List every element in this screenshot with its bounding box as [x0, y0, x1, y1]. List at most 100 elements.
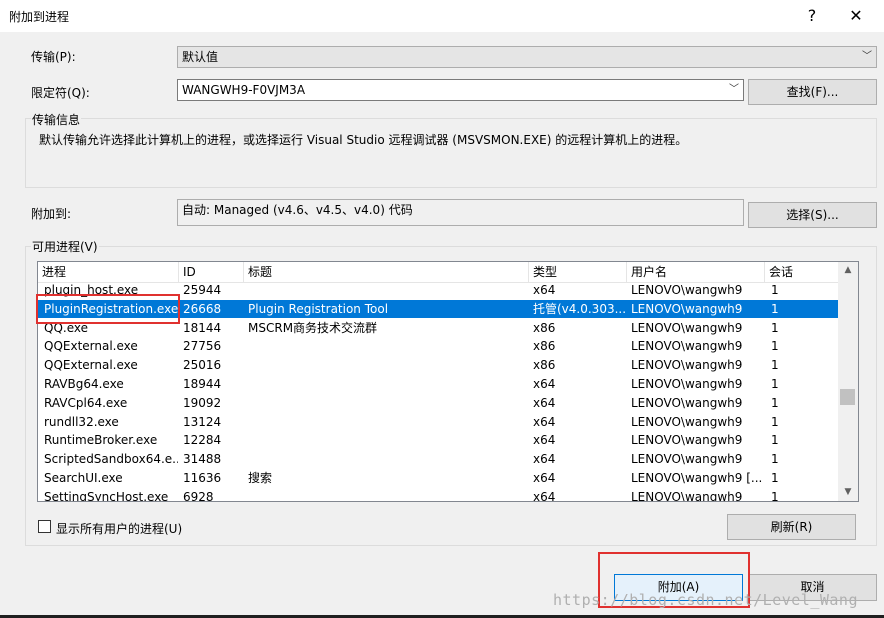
process-name: QQExternal.exe — [44, 358, 138, 373]
process-type: x64 — [533, 283, 556, 297]
transport-label: 传输(P): — [31, 50, 76, 64]
process-type: x64 — [533, 433, 556, 448]
process-type: x64 — [533, 395, 556, 410]
process-session: 1 — [771, 339, 779, 354]
process-list[interactable]: 进程 ID 标题 类型 用户名 会话 plugin_host.exe 25944 x… — [37, 261, 859, 502]
table-row[interactable]: PluginRegistration.exe 26668 Plugin Regist… — [38, 299, 839, 318]
process-user: LENOVO\wangwh9 — [631, 358, 743, 373]
column-header-user[interactable]: 用户名 — [627, 262, 765, 282]
transport-info-label: 传输信息 — [31, 111, 82, 128]
column-header-title[interactable]: 标题 — [244, 262, 529, 282]
process-session: 1 — [771, 283, 779, 297]
show-all-users-label[interactable]: 显示所有用户的进程(U) — [56, 520, 182, 537]
process-id: 11636 — [183, 471, 222, 485]
available-processes-label: 可用进程(V) — [31, 238, 99, 255]
help-button[interactable]: ? — [794, 4, 830, 28]
find-button[interactable]: 查找(F)... — [748, 79, 877, 105]
table-row[interactable]: SearchUI.exe 11636 搜索 x64 LENOVO\wangwh9 [..… — [38, 469, 839, 487]
qualifier-value: WANGWH9-F0VJM3A — [182, 83, 306, 97]
process-id: 6928 — [183, 489, 214, 502]
column-header-process[interactable]: 进程 — [38, 262, 179, 282]
process-session: 1 — [771, 452, 779, 467]
process-type: x64 — [533, 489, 556, 502]
table-row[interactable]: RAVBg64.exe 18944 x64 LENOVO\wangwh9 1 — [38, 375, 839, 393]
process-type: x64 — [533, 377, 556, 391]
attach-to-value: 自动: Managed (v4.6、v4.5、v4.0) 代码 — [182, 203, 413, 217]
process-session: 1 — [771, 489, 779, 502]
process-user: LENOVO\wangwh9 — [631, 283, 743, 297]
window-title: 附加到进程 — [9, 10, 70, 24]
process-session: 1 — [771, 301, 779, 316]
process-name: RAVCpl64.exe — [44, 395, 128, 410]
table-row[interactable]: ScriptedSandbox64.e... 31488 x64 LENOVO\wan… — [38, 450, 839, 468]
process-user: LENOVO\wangwh9 [... — [631, 471, 763, 485]
process-name: QQ.exe — [44, 320, 88, 335]
process-type: x64 — [533, 452, 556, 467]
chevron-up-icon[interactable]: ▲ — [838, 262, 858, 279]
process-id: 18944 — [183, 377, 222, 391]
process-user: LENOVO\wangwh9 — [631, 414, 743, 429]
transport-dropdown[interactable]: 默认值 ﹀ — [177, 46, 877, 68]
process-session: 1 — [771, 471, 779, 485]
process-title: MSCRM商务技术交流群 — [248, 320, 378, 335]
process-user: LENOVO\wangwh9 — [631, 339, 743, 354]
attach-to-process-dialog: 附加到进程 ? ✕ 传输(P): 默认值 ﹀ 限定符(Q): WANGWH9-F… — [0, 0, 884, 615]
select-code-type-button[interactable]: 选择(S)... — [748, 202, 877, 228]
qualifier-label: 限定符(Q): — [31, 86, 90, 100]
process-type: x86 — [533, 320, 556, 335]
transport-value: 默认值 — [182, 50, 219, 64]
process-session: 1 — [771, 414, 779, 429]
table-row[interactable]: RAVCpl64.exe 19092 x64 LENOVO\wangwh9 1 — [38, 394, 839, 412]
process-user: LENOVO\wangwh9 — [631, 489, 743, 502]
process-session: 1 — [771, 377, 779, 391]
process-user: LENOVO\wangwh9 — [631, 320, 743, 335]
column-header-session[interactable]: 会话 — [765, 262, 839, 282]
process-title: 搜索 — [248, 471, 273, 485]
close-button[interactable]: ✕ — [838, 4, 874, 28]
process-name: rundll32.exe — [44, 414, 119, 429]
process-name: QQExternal.exe — [44, 339, 138, 354]
table-row[interactable]: SettingSyncHost.exe 6928 x64 LENOVO\wangwh9… — [38, 488, 839, 502]
table-row[interactable]: RuntimeBroker.exe 12284 x64 LENOVO\wangwh9 1 — [38, 431, 839, 449]
column-header-id[interactable]: ID — [179, 262, 244, 282]
refresh-button[interactable]: 刷新(R) — [727, 514, 856, 540]
table-row[interactable]: QQExternal.exe 27756 x86 LENOVO\wangwh9 1 — [38, 337, 839, 355]
process-name: SettingSyncHost.exe — [44, 489, 169, 502]
transport-info-group — [25, 118, 877, 188]
show-all-users-checkbox[interactable] — [38, 520, 51, 533]
watermark: https://blog.csdn.net/Level_Wang — [553, 591, 858, 609]
process-id: 13124 — [183, 414, 222, 429]
process-name: ScriptedSandbox64.e... — [44, 452, 178, 467]
process-user: LENOVO\wangwh9 — [631, 377, 743, 391]
table-row[interactable]: rundll32.exe 13124 x64 LENOVO\wangwh9 1 — [38, 413, 839, 431]
process-session: 1 — [771, 395, 779, 410]
process-type: x86 — [533, 358, 556, 373]
table-row[interactable]: QQExternal.exe 25016 x86 LENOVO\wangwh9 1 — [38, 356, 839, 374]
process-list-scrollbar[interactable]: ▲ ▼ — [838, 262, 858, 501]
process-user: LENOVO\wangwh9 — [631, 301, 743, 316]
chevron-down-icon: ﹀ — [729, 84, 739, 95]
process-name: plugin_host.exe — [44, 283, 139, 297]
process-type: 托管(v4.0.303... — [533, 301, 626, 316]
title-bar: 附加到进程 ? ✕ — [0, 0, 884, 32]
column-header-type[interactable]: 类型 — [529, 262, 627, 282]
process-type: x64 — [533, 414, 556, 429]
chevron-down-icon[interactable]: ▼ — [838, 484, 858, 501]
table-row[interactable]: QQ.exe 18144 MSCRM商务技术交流群 x86 LENOVO\wangwh9… — [38, 319, 839, 337]
process-id: 25016 — [183, 358, 222, 373]
process-id: 19092 — [183, 395, 222, 410]
process-name: SearchUI.exe — [44, 471, 123, 485]
process-list-header: 进程 ID 标题 类型 用户名 会话 — [38, 262, 839, 283]
attach-to-field: 自动: Managed (v4.6、v4.5、v4.0) 代码 — [177, 199, 744, 226]
process-id: 31488 — [183, 452, 222, 467]
process-type: x86 — [533, 339, 556, 354]
process-title: Plugin Registration Tool — [248, 301, 389, 316]
table-row[interactable]: plugin_host.exe 25944 x64 LENOVO\wangwh9 1 — [38, 281, 839, 299]
process-user: LENOVO\wangwh9 — [631, 452, 743, 467]
attach-to-label: 附加到: — [31, 207, 72, 221]
process-user: LENOVO\wangwh9 — [631, 433, 743, 448]
scrollbar-thumb[interactable] — [840, 389, 855, 405]
process-id: 12284 — [183, 433, 222, 448]
process-name: PluginRegistration.exe — [44, 301, 178, 316]
qualifier-combobox[interactable]: WANGWH9-F0VJM3A ﹀ — [177, 79, 744, 101]
